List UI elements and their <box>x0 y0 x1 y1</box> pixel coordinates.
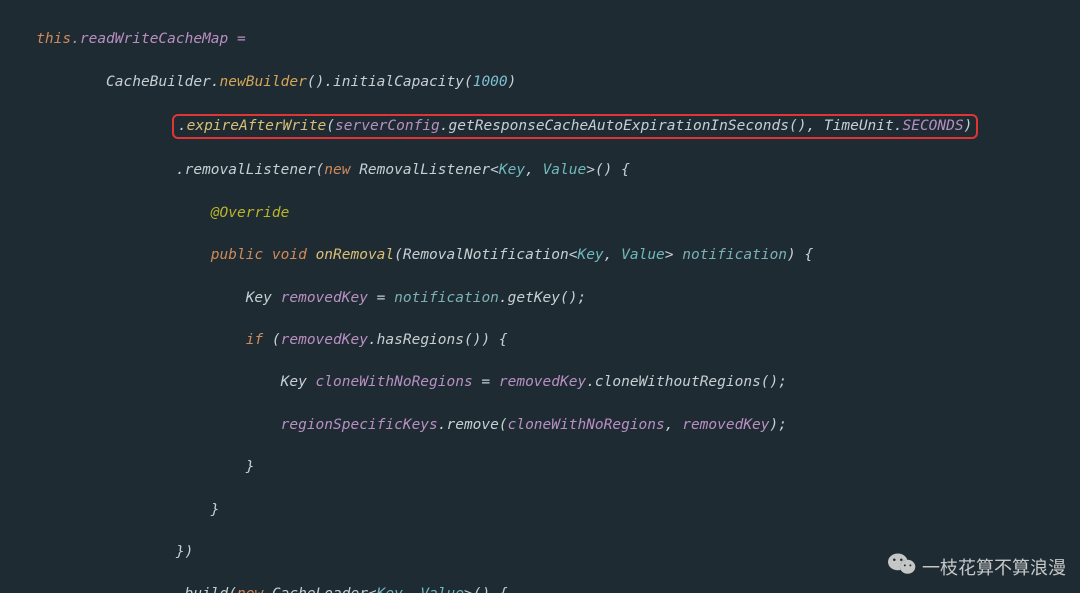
code-line: if (removedKey.hasRegions()) { <box>10 330 1080 351</box>
code-line: public void onRemoval(RemovalNotificatio… <box>10 245 1080 266</box>
highlight-box: .expireAfterWrite(serverConfig.getRespon… <box>172 114 978 139</box>
code-line-highlighted: .expireAfterWrite(serverConfig.getRespon… <box>10 114 1080 139</box>
watermark-text: 一枝花算不算浪漫 <box>922 554 1066 580</box>
code-line: } <box>10 457 1080 478</box>
code-line: this.readWriteCacheMap = <box>10 29 1080 50</box>
code-line: Key removedKey = notification.getKey(); <box>10 288 1080 309</box>
watermark: 一枝花算不算浪漫 <box>888 552 1066 581</box>
annotation-override: @Override <box>211 205 290 221</box>
keyword-this: this <box>36 31 71 47</box>
code-line: regionSpecificKeys.remove(cloneWithNoReg… <box>10 415 1080 436</box>
code-line: Key cloneWithNoRegions = removedKey.clon… <box>10 372 1080 393</box>
wechat-icon <box>888 552 922 581</box>
code-line: .build(new CacheLoader<Key, Value>() { <box>10 584 1080 593</box>
code-line: } <box>10 500 1080 521</box>
code-line: .removalListener(new RemovalListener<Key… <box>10 160 1080 181</box>
code-editor[interactable]: this.readWriteCacheMap = CacheBuilder.ne… <box>0 0 1080 593</box>
code-line: CacheBuilder.newBuilder().initialCapacit… <box>10 72 1080 93</box>
code-line: @Override <box>10 203 1080 224</box>
field-access: .readWriteCacheMap = <box>71 31 246 47</box>
